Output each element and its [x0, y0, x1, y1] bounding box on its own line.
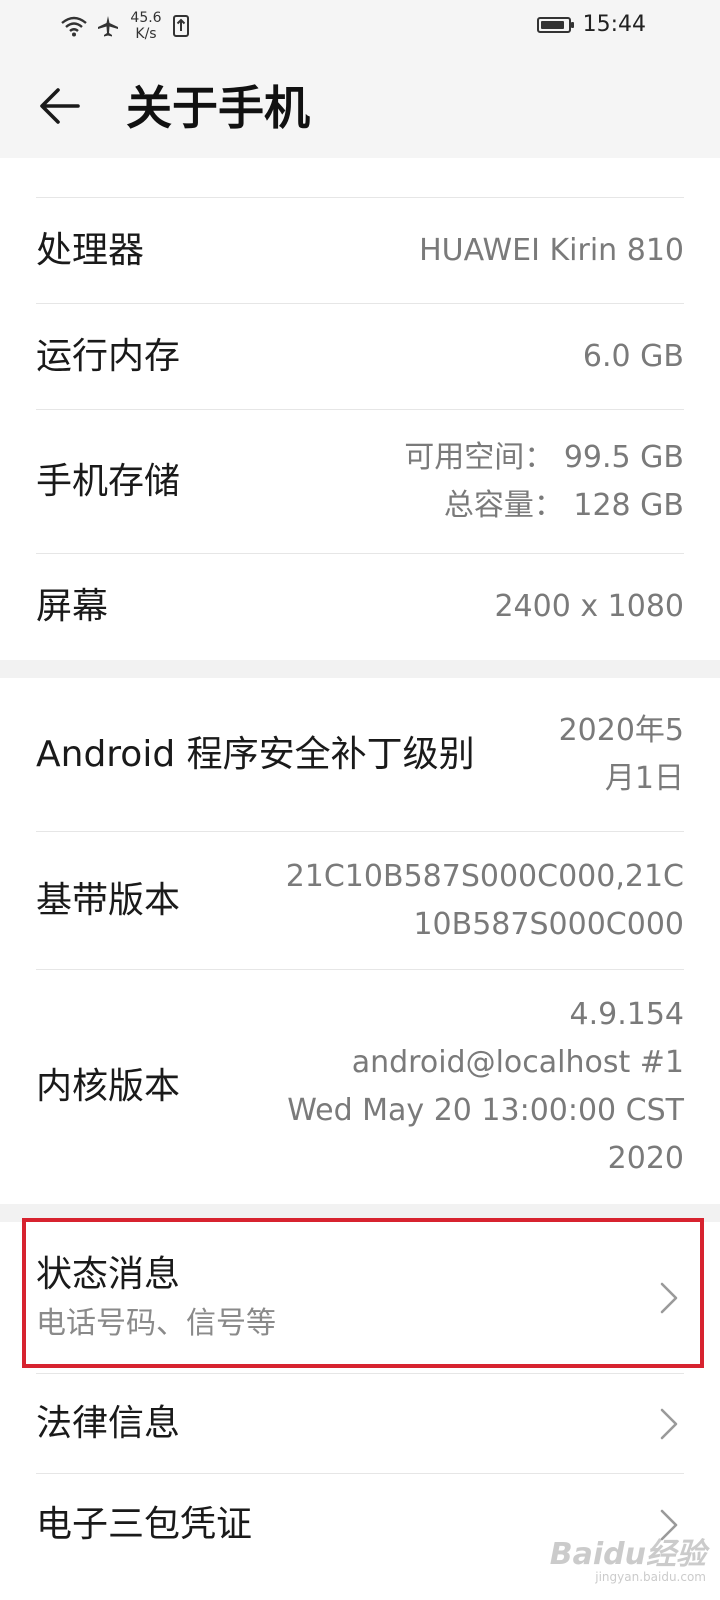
kernel-value: 4.9.154 android@localhost #1 Wed May 20 … — [287, 991, 684, 1183]
airplane-mode-icon — [98, 16, 118, 37]
status-icons-left: 45.6 K/s — [60, 10, 190, 42]
row-value: 2400 x 1080 — [494, 589, 684, 624]
value-line: Wed May 20 13:00:00 CST — [287, 1093, 684, 1128]
security-patch-value: 2020年5 月1日 — [559, 707, 684, 803]
value-line: 10B587S000C000 — [413, 906, 684, 942]
network-speed-unit: K/s — [135, 26, 157, 42]
back-button[interactable] — [30, 78, 90, 134]
nav-text: 状态消息 电话号码、信号等 — [36, 1249, 276, 1347]
storage-values: 可用空间： 99.5 GB 总容量： 128 GB — [404, 434, 684, 530]
nav-legal-info[interactable]: 法律信息 — [36, 1374, 684, 1474]
status-bar: 45.6 K/s 15:44 — [0, 0, 720, 52]
network-speed: 45.6 K/s — [128, 10, 164, 42]
row-processor: 处理器 HUAWEI Kirin 810 — [36, 198, 684, 304]
value-line: 2020年5 — [558, 712, 684, 748]
row-label: 内核版本 — [36, 1066, 181, 1107]
value-line: 月1日 — [604, 760, 684, 796]
battery-icon — [536, 16, 574, 33]
baseband-value: 21C10B587S000C000,21C 10B587S000C000 — [286, 853, 684, 949]
nav-text: 法律信息 — [36, 1398, 180, 1450]
row-value: 6.0 GB — [582, 338, 684, 374]
app-bar: 关于手机 — [0, 52, 720, 158]
row-storage: 手机存储 可用空间： 99.5 GB 总容量： 128 GB — [36, 410, 684, 554]
row-label: 屏幕 — [36, 586, 109, 627]
row-security-patch: Android 程序安全补丁级别 2020年5 月1日 — [36, 678, 684, 832]
watermark-sub: jingyan.baidu.com — [595, 1570, 706, 1584]
baidu-jingyan-watermark: Baidu经验 jingyan.baidu.com — [549, 1537, 706, 1585]
row-label: 手机存储 — [36, 460, 181, 502]
nav-title: 电子三包凭证 — [36, 1504, 253, 1545]
value-line: 2020 — [607, 1141, 684, 1176]
watermark-main: Baidu经验 — [549, 1537, 706, 1572]
nav-subtitle: 电话号码、信号等 — [36, 1305, 276, 1341]
section-divider — [0, 660, 720, 678]
nav-status-info[interactable]: 状态消息 电话号码、信号等 — [36, 1222, 684, 1374]
chevron-right-icon — [654, 1278, 684, 1318]
row-baseband: 基带版本 21C10B587S000C000,21C 10B587S000C00… — [36, 832, 684, 970]
section-divider — [0, 1204, 720, 1222]
row-label: 处理器 — [36, 229, 145, 271]
wifi-icon — [61, 16, 87, 37]
nav-text: 电子三包凭证 — [36, 1499, 252, 1551]
value-line: 4.9.154 — [569, 997, 684, 1032]
storage-available: 可用空间： 99.5 GB — [404, 439, 684, 475]
battery-level-fill — [540, 20, 564, 29]
row-label: 运行内存 — [36, 335, 181, 377]
row-label: Android 程序安全补丁级别 — [36, 733, 475, 775]
row-kernel: 内核版本 4.9.154 android@localhost #1 Wed Ma… — [36, 970, 684, 1204]
nav-title: 法律信息 — [36, 1402, 181, 1444]
page-title: 关于手机 — [126, 81, 310, 135]
row-ram: 运行内存 6.0 GB — [36, 304, 684, 410]
clipped-previous-row — [0, 158, 720, 198]
chevron-right-icon — [654, 1404, 684, 1444]
back-arrow-icon — [40, 88, 80, 124]
upload-icon — [173, 15, 189, 37]
row-screen: 屏幕 2400 x 1080 — [36, 554, 684, 660]
nav-title: 状态消息 — [36, 1253, 181, 1295]
row-value: HUAWEI Kirin 810 — [419, 232, 684, 268]
row-label: 基带版本 — [36, 879, 181, 921]
network-speed-value: 45.6 — [130, 10, 162, 26]
status-icons-right: 15:44 — [536, 12, 646, 37]
value-line: android@localhost #1 — [351, 1045, 684, 1080]
settings-list[interactable]: 处理器 HUAWEI Kirin 810 运行内存 6.0 GB 手机存储 可用… — [0, 158, 720, 1600]
value-line: 21C10B587S000C000,21C — [285, 858, 684, 894]
clock: 15:44 — [582, 12, 646, 37]
storage-total: 总容量： 128 GB — [443, 487, 684, 523]
